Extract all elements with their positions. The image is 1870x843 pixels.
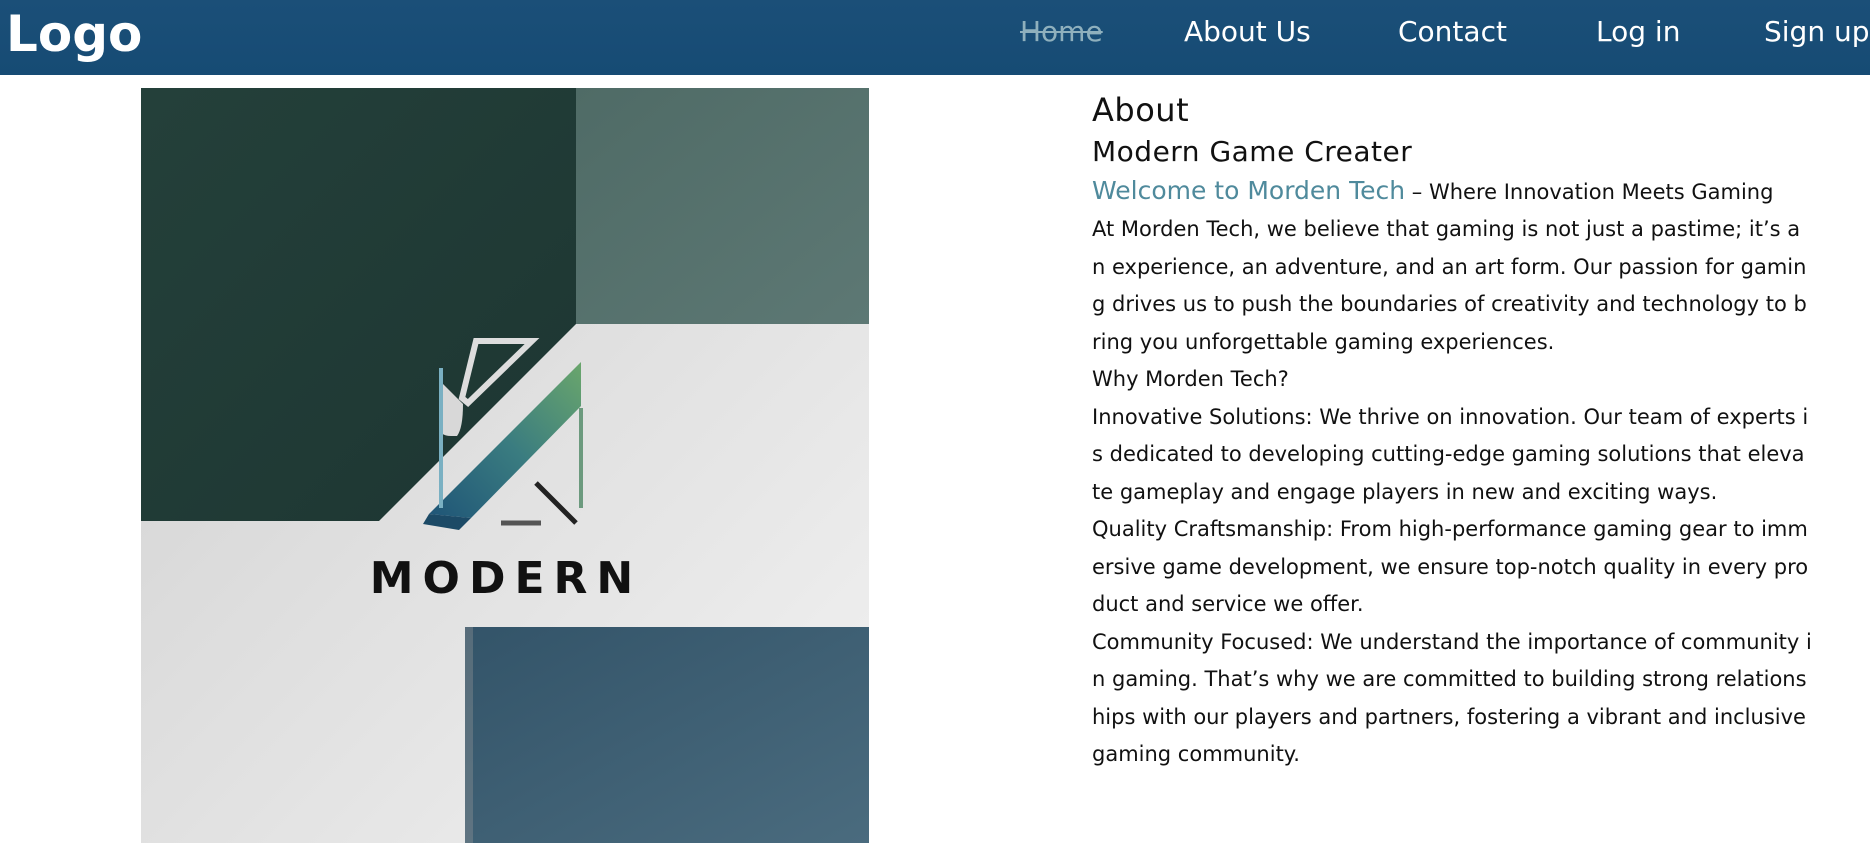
community-paragraph: Community Focused: We understand the imp… — [1092, 629, 1812, 767]
quality-paragraph: Quality Craftsmanship: From high-perform… — [1092, 517, 1809, 616]
welcome-accent-text: Welcome to Morden Tech — [1092, 176, 1406, 205]
nav-login-link[interactable]: Log in — [1596, 12, 1680, 52]
about-subtitle: Modern Game Creater — [1092, 135, 1413, 168]
about-title: About — [1092, 91, 1190, 129]
site-logo[interactable]: Logo — [6, 4, 142, 64]
nav-signup-link[interactable]: Sign up — [1764, 12, 1870, 52]
nav-contact-link[interactable]: Contact — [1398, 12, 1507, 52]
nav-home-link[interactable]: Home — [1020, 12, 1103, 52]
why-heading: Why Morden Tech? — [1092, 367, 1289, 391]
nav-about-link[interactable]: About Us — [1184, 12, 1311, 52]
intro-paragraph: At Morden Tech, we believe that gaming i… — [1092, 217, 1807, 354]
hero-logo-image: MODERN — [141, 88, 869, 843]
top-navbar: Logo Home About Us Contact Log in Sign u… — [0, 0, 1870, 75]
innovative-paragraph: Innovative Solutions: We thrive on innov… — [1092, 404, 1809, 504]
modern-logo-artwork: MODERN — [141, 88, 869, 843]
welcome-rest-text: – Where Innovation Meets Gaming — [1405, 180, 1774, 204]
welcome-line: Welcome to Morden Tech – Where Innovatio… — [1092, 172, 1812, 211]
about-section: About Modern Game Creater Welcome to Mor… — [1092, 88, 1812, 774]
hero-logo-text: MODERN — [370, 553, 642, 604]
